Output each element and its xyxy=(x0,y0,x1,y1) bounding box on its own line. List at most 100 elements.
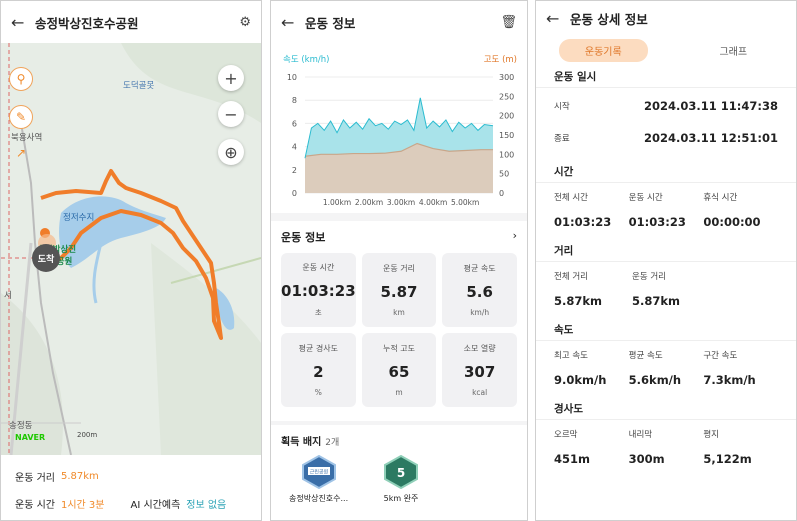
speed-altitude-chart: 속도 (km/h) 고도 (m) 10 8 6 4 2 0 300 250 200 150 100 5… xyxy=(271,43,527,213)
zoom-in-button[interactable]: + xyxy=(218,65,244,91)
stat-value: 01:03:23 xyxy=(281,282,356,300)
map-scale: 200m xyxy=(77,431,98,439)
map-label-road: 서 xyxy=(4,291,12,301)
back-arrow-icon[interactable]: ← xyxy=(546,9,570,28)
stat-title: 운동 시간 xyxy=(302,263,335,272)
distance-total-value: 5.87km xyxy=(554,294,603,308)
speed-avg-label: 평균 속도 xyxy=(628,351,663,361)
location-pin-icon[interactable]: ⚲ xyxy=(9,67,33,91)
stat-value: 2 xyxy=(313,363,324,381)
trash-icon[interactable]: 🗑 xyxy=(500,15,517,30)
5km-badge-emblem-text: 5 xyxy=(397,466,405,480)
stat-unit: km xyxy=(393,308,405,317)
map-label-station: 북용사역 xyxy=(11,133,43,143)
compass-icon[interactable]: ✎ xyxy=(9,105,33,129)
page-title: 송정박상진호수공원 xyxy=(35,15,139,31)
time-value: 1시간 3분 xyxy=(60,500,105,511)
time-rest-label: 휴식 시간 xyxy=(703,193,738,203)
stat-title: 평균 경사도 xyxy=(298,344,338,353)
gear-icon[interactable]: ⚙ xyxy=(239,15,251,30)
x-tick-label: 4.00km xyxy=(419,198,447,207)
time-rest-value: 00:00:00 xyxy=(703,215,761,229)
altitude-tick-label: 200 xyxy=(499,112,514,121)
badges-title: 획득 배지 xyxy=(281,437,322,448)
map-label-dodeok: 도덕골못 xyxy=(123,81,155,91)
arrival-marker: 도착 xyxy=(32,244,60,272)
slope-up-value: 451m xyxy=(554,452,590,466)
stat-unit: 초 xyxy=(314,308,322,317)
speed-max-label: 최고 속도 xyxy=(554,351,588,361)
time-total-label: 전체 시간 xyxy=(554,193,588,203)
stat-title: 운동 거리 xyxy=(383,264,415,273)
badges-count: 2개 xyxy=(325,438,340,448)
detail-content: 운동 일시 시작 2024.03.11 11:47:38 종료 2024.03.… xyxy=(536,65,796,470)
stat-value: 5.6 xyxy=(466,283,493,301)
route-summary: 운동 거리 5.87km 운동 시간 1시간 3분 AI 시간예측 정보 없음 xyxy=(1,457,261,520)
stat-title: 평균 속도 xyxy=(463,264,496,273)
location-target-icon[interactable]: ⊕ xyxy=(218,139,244,165)
altitude-tick-label: 50 xyxy=(499,170,509,179)
badge-label: 송정박상진호수... xyxy=(289,494,349,503)
slope-down-value: 300m xyxy=(628,452,665,466)
speed-tick-label: 8 xyxy=(292,96,297,105)
exercise-info-screen: ← 운동 정보 🗑 속도 (km/h) 고도 (m) 10 8 6 4 2 0 300 250… xyxy=(270,0,528,521)
back-arrow-icon[interactable]: ← xyxy=(281,13,305,32)
section-title: 운동 정보 xyxy=(281,231,326,244)
speed-tick-label: 10 xyxy=(287,73,297,82)
stat-value: 65 xyxy=(388,363,410,381)
start-label: 시작 xyxy=(554,102,570,112)
x-tick-label: 1.00km xyxy=(323,198,351,207)
altitude-tick-label: 300 xyxy=(499,73,514,82)
badge-5km[interactable]: 5 5km 완주 xyxy=(383,455,419,504)
stat-card: 소모 열량 307 kcal xyxy=(442,333,517,407)
stat-card: 운동 거리 5.87 km xyxy=(361,253,437,327)
exercise-detail-screen: ← 운동 상세 정보 운동기록 그래프 운동 일시 시작 2024.03.11 … xyxy=(535,0,797,521)
map-label-songjeong: 송정동 xyxy=(9,421,33,431)
section-speed: 속도 xyxy=(554,323,574,336)
stat-unit: km/h xyxy=(470,308,490,317)
speed-section-label: 구간 속도 xyxy=(703,351,738,361)
tab-graph[interactable]: 그래프 xyxy=(693,39,773,62)
stat-unit: m xyxy=(395,388,403,397)
section-slope: 경사도 xyxy=(554,402,583,415)
speed-avg-value: 5.6km/h xyxy=(628,373,682,387)
slope-flat-value: 5,122m xyxy=(703,452,752,466)
stat-card: 평균 경사도 2 % xyxy=(281,333,356,407)
speed-tick-label: 2 xyxy=(292,166,297,175)
divider xyxy=(536,87,796,88)
time-label: 운동 시간 xyxy=(15,500,55,511)
ai-prediction-value: 정보 없음 xyxy=(186,500,227,511)
altitude-tick-label: 250 xyxy=(499,92,514,101)
distance-value: 5.87km xyxy=(60,471,99,482)
badge-park[interactable]: 근린공원 송정박상진호수... xyxy=(289,455,348,504)
stat-value: 5.87 xyxy=(380,283,418,301)
stat-card: 평균 속도 5.6 km/h xyxy=(442,253,517,327)
x-tick-label: 3.00km xyxy=(387,198,415,207)
stat-card: 운동 시간 01:03:23 초 xyxy=(281,253,356,327)
map-view[interactable]: + − ⊕ ⚲ ✎ ↗ 도덕골못 북용사역 정저수지 송정박상진 호수공원 송정… xyxy=(1,43,261,455)
altitude-tick-label: 100 xyxy=(499,150,514,159)
route-icon[interactable]: ↗ xyxy=(9,141,33,165)
zoom-out-button[interactable]: − xyxy=(218,101,244,127)
stat-title: 누적 고도 xyxy=(383,344,415,353)
park-badge-icon: 근린공원 xyxy=(301,455,336,489)
time-exercise-value: 01:03:23 xyxy=(628,215,686,229)
chart-svg: 10 8 6 4 2 0 300 250 200 150 100 50 0 1.00km 2.00km 3.0… xyxy=(287,73,514,207)
detail-header: ← 운동 상세 정보 xyxy=(536,1,796,35)
ai-prediction-label: AI 시간예측 xyxy=(130,500,181,511)
chevron-right-icon[interactable]: › xyxy=(513,229,517,245)
badges-section: 획득 배지 2개 근린공원 송정박상진호수... 5 5km 완주 xyxy=(271,425,527,520)
naver-logo: NAVER xyxy=(15,433,46,442)
stat-value: 307 xyxy=(464,363,496,381)
time-exercise-label: 운동 시간 xyxy=(628,193,663,203)
5km-badge-icon: 5 xyxy=(384,455,418,489)
speed-section-value: 7.3km/h xyxy=(703,373,756,387)
stat-unit: % xyxy=(314,388,322,397)
detail-tabs: 운동기록 그래프 xyxy=(536,38,796,62)
page-title: 운동 상세 정보 xyxy=(570,11,648,27)
tab-record[interactable]: 운동기록 xyxy=(558,38,648,62)
stat-card: 누적 고도 65 m xyxy=(361,333,437,407)
x-tick-label: 5.00km xyxy=(451,198,479,207)
back-arrow-icon[interactable]: ← xyxy=(11,13,35,32)
altitude-tick-label: 150 xyxy=(499,131,514,140)
